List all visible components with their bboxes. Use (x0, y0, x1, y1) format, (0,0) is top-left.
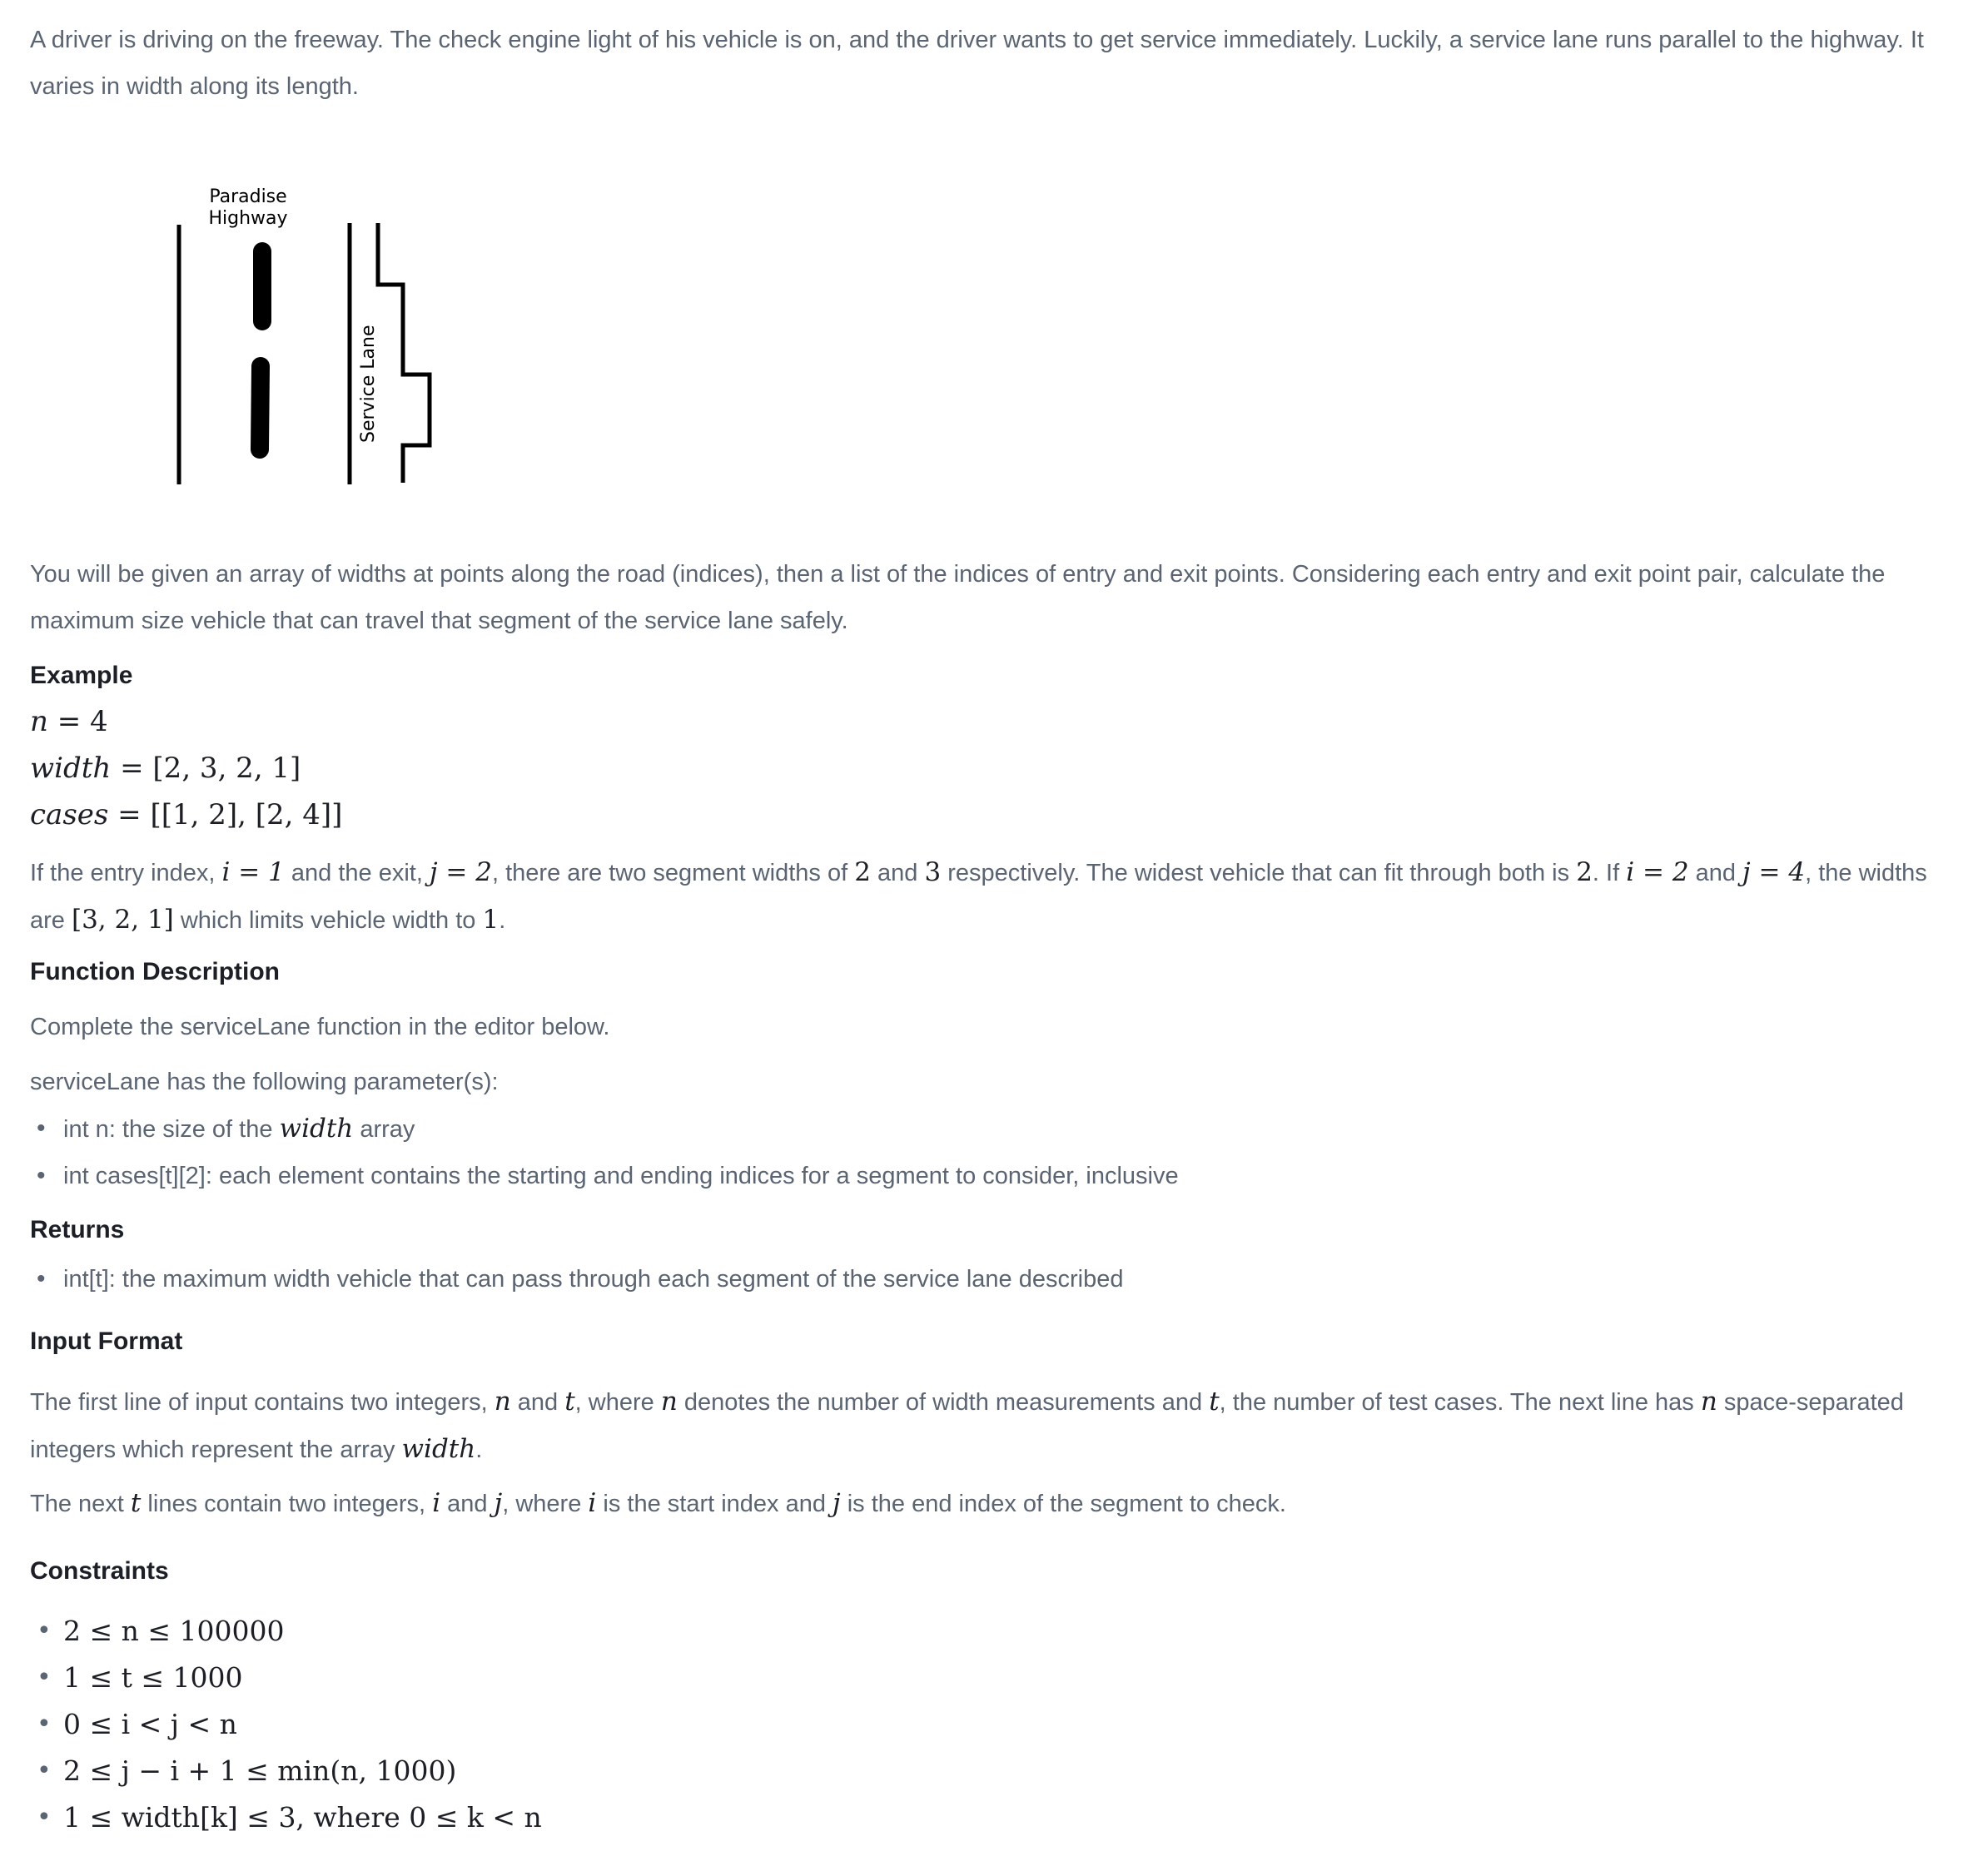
returns-heading: Returns (30, 1216, 125, 1243)
explain-text: which limits vehicle width to (173, 907, 483, 934)
explain-text: If the entry index, (30, 860, 222, 886)
input-math: n (660, 1387, 678, 1417)
function-description-line-2: serviceLane has the following parameter(… (30, 1069, 499, 1095)
constraint-item: 1 ≤ t ≤ 1000 (30, 1655, 542, 1701)
input-math: i (588, 1488, 597, 1518)
input-text: is the start index and (596, 1491, 833, 1517)
explain-text: and (870, 860, 925, 886)
constraints-heading: Constraints (30, 1557, 169, 1585)
explain-text: . If (1592, 860, 1627, 886)
explain-math: i = 1 (221, 857, 285, 887)
explain-text: , there are two segment widths of (492, 860, 855, 886)
input-text: lines contain two integers, (141, 1491, 433, 1517)
param-text: int n: the size of the (63, 1116, 280, 1143)
explain-math: 2 (854, 857, 871, 887)
example-n-var: n (30, 705, 48, 738)
input-format-heading: Input Format (30, 1327, 183, 1355)
explain-math: 3 (924, 857, 942, 887)
input-math: i (432, 1488, 441, 1518)
input-math: j (494, 1488, 503, 1518)
example-n: n = 4 (30, 705, 108, 738)
input-text: denotes the number of width measurements… (677, 1389, 1210, 1416)
input-format-paragraph-1: The first line of input contains two int… (30, 1378, 1904, 1473)
input-math: width (401, 1434, 476, 1464)
input-math: t (1209, 1387, 1220, 1417)
input-text: , the number of test cases. The next lin… (1219, 1389, 1701, 1416)
constraint-item: 2 ≤ j − i + 1 ≤ min(n, 1000) (30, 1748, 542, 1794)
input-text: . (475, 1437, 483, 1463)
input-text: and (440, 1491, 495, 1517)
input-text: space-separated (1717, 1389, 1904, 1416)
explain-math: 1 (482, 905, 499, 935)
intro-line-1: A driver is driving on the freeway. The … (30, 27, 1924, 53)
explain-text: . (499, 907, 506, 934)
parameter-item-n: int n: the size of the width array (30, 1105, 1179, 1153)
explain-math: [3, 2, 1] (71, 905, 174, 935)
input-text: The next (30, 1491, 131, 1517)
service-lane-right-edge (375, 223, 432, 483)
input-math: t (564, 1387, 575, 1417)
example-width-var: width (30, 752, 112, 785)
example-cases-var: cases (30, 798, 109, 831)
explain-text: and the exit, (284, 860, 430, 886)
input-math: j (832, 1488, 841, 1518)
example-n-value: 4 (90, 705, 108, 738)
intro-line-2: varies in width along its length. (30, 73, 359, 100)
input-text: , where (502, 1491, 589, 1517)
example-cases-value: [[1, 2], [2, 4]] (150, 798, 343, 831)
input-text: integers which represent the array (30, 1437, 402, 1463)
description-paragraph: You will be given an array of widths at … (30, 551, 1885, 644)
explain-text: are (30, 907, 72, 934)
figure-label-highway: Highway (208, 208, 287, 229)
example-cases: cases = [[1, 2], [2, 4]] (30, 798, 343, 831)
parameter-list: int n: the size of the width array int c… (30, 1105, 1179, 1199)
explain-text: and (1688, 860, 1743, 886)
constraints-list: 2 ≤ n ≤ 100000 1 ≤ t ≤ 1000 0 ≤ i < j < … (30, 1608, 542, 1841)
example-width-value: [2, 3, 2, 1] (152, 752, 301, 785)
input-math: n (494, 1387, 511, 1417)
input-format-line-1: The first line of input contains two int… (30, 1378, 1904, 1426)
description-line-1: You will be given an array of widths at … (30, 561, 1886, 588)
explain-math: i = 2 (1626, 857, 1689, 887)
input-format-line-2: integers which represent the array width… (30, 1426, 1904, 1473)
param-text: array (353, 1116, 415, 1143)
service-lane-figure: Paradise Highway Service Lane (176, 186, 432, 484)
constraint-item: 2 ≤ n ≤ 100000 (30, 1608, 542, 1655)
parameter-item-cases: int cases[t][2]: each element contains t… (30, 1153, 1179, 1199)
constraint-item: 0 ≤ i < j < n (30, 1701, 542, 1748)
input-format-paragraph-2: The next t lines contain two integers, i… (30, 1480, 1286, 1527)
returns-item: int[t]: the maximum width vehicle that c… (30, 1256, 1123, 1303)
input-text: The first line of input contains two int… (30, 1389, 495, 1416)
description-line-2: maximum size vehicle that can travel tha… (30, 608, 848, 634)
explain-text: , the widths (1805, 860, 1927, 886)
example-explanation-line-1: If the entry index, i = 1 and the exit, … (30, 849, 1927, 896)
example-width: width = [2, 3, 2, 1] (30, 752, 301, 785)
param-math: width (279, 1114, 354, 1144)
constraint-item: 1 ≤ width[k] ≤ 3, where 0 ≤ k < n (30, 1794, 542, 1841)
input-text: and (510, 1389, 565, 1416)
intro-paragraph: A driver is driving on the freeway. The … (30, 17, 1924, 110)
function-description-heading: Function Description (30, 958, 280, 985)
explain-math: 2 (1576, 857, 1593, 887)
input-text: is the end index of the segment to check… (840, 1491, 1286, 1517)
figure-label-service-lane: Service Lane (358, 325, 379, 443)
example-heading: Example (30, 662, 133, 689)
input-math: n (1700, 1387, 1717, 1417)
input-math: t (130, 1488, 142, 1518)
example-explanation: If the entry index, i = 1 and the exit, … (30, 849, 1927, 944)
highway-dash-2 (251, 357, 270, 459)
figure-label-paradise: Paradise (209, 186, 286, 207)
function-description-line-1: Complete the serviceLane function in the… (30, 1014, 610, 1040)
explain-math: j = 4 (1742, 857, 1806, 887)
explain-text: respectively. The widest vehicle that ca… (941, 860, 1577, 886)
example-explanation-line-2: are [3, 2, 1] which limits vehicle width… (30, 896, 1927, 944)
input-text: , where (574, 1389, 661, 1416)
returns-list: int[t]: the maximum width vehicle that c… (30, 1256, 1123, 1303)
explain-math: j = 2 (429, 857, 492, 887)
